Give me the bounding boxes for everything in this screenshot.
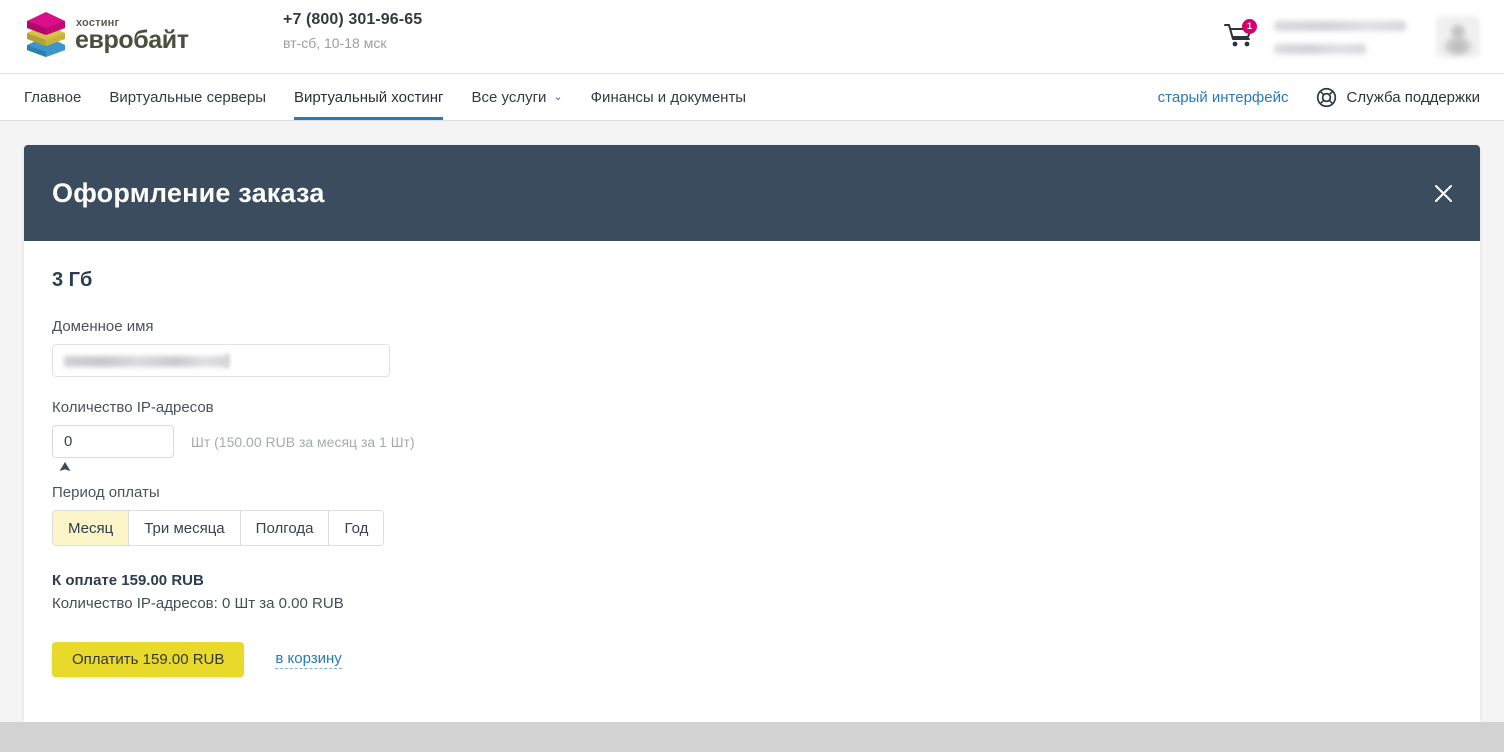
ip-count-row: Шт (150.00 RUB за месяц за 1 Шт) — [52, 425, 1452, 471]
text-caret — [225, 354, 229, 368]
nav-item-finances-documents[interactable]: Финансы и документы — [577, 74, 760, 120]
domain-value-redacted — [64, 356, 229, 367]
nav-item-label: Все услуги — [471, 88, 547, 106]
period-option-label: Три месяца — [144, 519, 225, 537]
period-option-label: Год — [344, 519, 369, 537]
nav-item-virtual-hosting[interactable]: Виртуальный хостинг — [280, 74, 457, 120]
page-body: Оформление заказа 3 Гб Доменное имя Коли… — [0, 121, 1504, 752]
avatar[interactable] — [1436, 16, 1480, 58]
payment-period-group: Месяц Три месяца Полгода Год — [52, 510, 1452, 546]
mouse-cursor-artifact — [200, 173, 208, 179]
pay-button[interactable]: Оплатить 159.00 RUB — [52, 642, 245, 677]
phone-number[interactable]: +7 (800) 301-96-65 — [283, 11, 422, 29]
payment-period-label: Период оплаты — [52, 484, 160, 501]
ip-count-label: Количество IP-адресов — [52, 399, 214, 416]
nav-right-cluster: старый интерфейс Служба поддержки — [1158, 74, 1480, 120]
plan-title: 3 Гб — [52, 269, 93, 291]
nav-item-label: Главное — [24, 88, 82, 106]
period-option-three-months[interactable]: Три месяца — [128, 510, 240, 546]
total-due-label: К оплате 159.00 RUB — [52, 572, 204, 589]
modal-actions: Оплатить 159.00 RUB в корзину — [52, 642, 1452, 677]
nav-item-main[interactable]: Главное — [24, 74, 95, 120]
period-option-label: Полгода — [255, 519, 314, 537]
add-to-cart-link[interactable]: в корзину — [275, 650, 342, 669]
domain-name-input[interactable] — [52, 344, 390, 377]
nav-item-all-services[interactable]: Все услуги ⌄ — [457, 74, 576, 120]
ip-count-input[interactable] — [52, 425, 174, 458]
nav-item-label: Виртуальный хостинг — [294, 88, 444, 106]
period-option-label: Месяц — [68, 519, 114, 537]
phone-hours: вт-сб, 10-18 мск — [283, 35, 387, 51]
logo-wordmark: хостинг евробайт — [75, 16, 189, 53]
period-option-half-year[interactable]: Полгода — [239, 510, 329, 546]
account-email-redacted — [1274, 20, 1406, 31]
close-button[interactable] — [1426, 176, 1460, 210]
support-link[interactable]: Служба поддержки — [1316, 87, 1480, 108]
period-option-month[interactable]: Месяц — [52, 510, 129, 546]
nav-item-label: Виртуальные серверы — [109, 88, 267, 106]
stacked-slabs-logo-icon — [24, 11, 68, 57]
account-balance-redacted — [1274, 43, 1366, 54]
period-option-year[interactable]: Год — [328, 510, 385, 546]
close-icon — [1434, 184, 1452, 202]
site-header: хостинг евробайт +7 (800) 301-96-65 вт-с… — [0, 0, 1504, 74]
old-interface-link[interactable]: старый интерфейс — [1158, 89, 1289, 106]
support-label: Служба поддержки — [1346, 88, 1480, 106]
modal-title: Оформление заказа — [52, 177, 325, 208]
header-right-cluster: 1 — [1224, 0, 1480, 74]
cart-badge-count: 1 — [1242, 19, 1257, 34]
order-checkout-modal: Оформление заказа 3 Гб Доменное имя Коли… — [24, 145, 1480, 722]
chevron-down-icon: ⌄ — [553, 90, 563, 103]
modal-body: 3 Гб Доменное имя Количество IP-адресов … — [24, 173, 1480, 677]
modal-header: Оформление заказа — [24, 145, 1480, 241]
nav-item-virtual-servers[interactable]: Виртуальные серверы — [95, 74, 280, 120]
site-logo[interactable]: хостинг евробайт — [24, 8, 189, 60]
logo-big-text: евробайт — [75, 25, 189, 54]
mouse-pointer-icon — [59, 462, 71, 471]
ip-count-hint: Шт (150.00 RUB за месяц за 1 Шт) — [191, 433, 415, 450]
lifebuoy-icon — [1317, 87, 1337, 107]
nav-item-label: Финансы и документы — [590, 88, 747, 106]
nav-items: Главное Виртуальные серверы Виртуальный … — [24, 74, 760, 120]
ip-cost-detail: Количество IP-адресов: 0 Шт за 0.00 RUB — [52, 595, 344, 612]
domain-name-label: Доменное имя — [52, 318, 154, 335]
phone-block: +7 (800) 301-96-65 вт-сб, 10-18 мск — [283, 11, 422, 51]
shopping-cart-button[interactable]: 1 — [1224, 19, 1257, 52]
main-navigation: Главное Виртуальные серверы Виртуальный … — [0, 74, 1504, 121]
account-info-redacted[interactable] — [1274, 20, 1414, 54]
